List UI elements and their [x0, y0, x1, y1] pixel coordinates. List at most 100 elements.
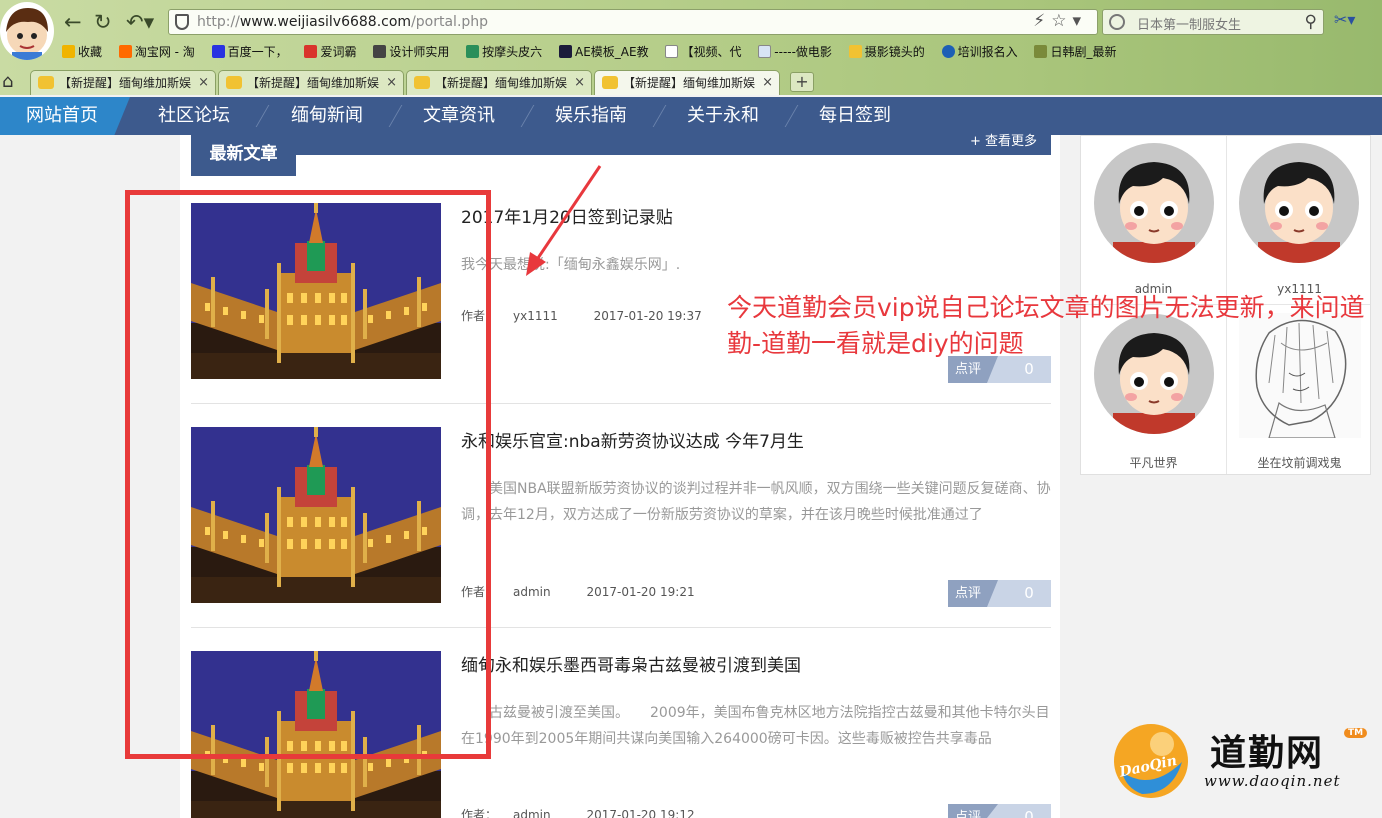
camera-icon	[848, 45, 862, 58]
nav-separator	[784, 105, 799, 127]
search-engine-icon	[1109, 14, 1125, 30]
section-title: 最新文章	[191, 135, 296, 176]
browser-chrome: ← ↻ ↶▾ http://www.weijiasilv6688.com/por…	[0, 0, 1382, 95]
design-icon	[373, 45, 387, 58]
nav-item-checkin[interactable]: 每日签到	[819, 97, 891, 135]
tab-favicon-icon	[414, 76, 430, 89]
close-icon[interactable]: ×	[574, 71, 585, 95]
post-meta: 作者： admin 2017-01-20 19:21	[461, 583, 711, 600]
refresh-icon[interactable]: ↻	[94, 10, 112, 34]
post-meta: 作者： admin 2017-01-20 19:12	[461, 806, 711, 818]
annotation-arrow	[526, 165, 602, 276]
page-icon	[665, 45, 679, 58]
iciba-icon	[304, 45, 318, 58]
nav-item-about[interactable]: 关于永和	[687, 97, 759, 135]
site-nav: 网站首页 社区论坛 缅甸新闻 文章资讯 娱乐指南 关于永和 每日签到	[0, 97, 1382, 135]
bookmark-item[interactable]: 【视频、代	[665, 43, 741, 60]
watermark-brand: 道勤网	[1210, 732, 1325, 774]
section-header-bar	[191, 135, 1051, 155]
browser-tab[interactable]: 【新提醒】缅甸维加斯娱 ×	[30, 70, 216, 95]
tv-icon	[1034, 45, 1048, 58]
address-bar[interactable]: http://www.weijiasilv6688.com/portal.php…	[168, 9, 1098, 35]
home-icon[interactable]: ⌂	[2, 71, 13, 92]
new-tab-button[interactable]: +	[790, 72, 814, 92]
bookmark-star-icon[interactable]: ⚡☆▾	[1033, 11, 1087, 31]
extension-icon[interactable]: ✂▾	[1334, 10, 1355, 29]
watermark-url: www.daoqin.net	[1204, 772, 1341, 790]
bookmark-item[interactable]: 摄影镜头的	[848, 43, 925, 60]
baidu-icon	[211, 45, 225, 58]
post-date: 2017-01-20 19:37	[593, 309, 702, 323]
post-date: 2017-01-20 19:21	[586, 585, 695, 599]
bookmark-item[interactable]: 淘宝网 - 淘	[118, 43, 195, 60]
close-icon[interactable]: ×	[386, 71, 397, 95]
globe-icon	[466, 45, 480, 58]
trademark-badge: TM	[1344, 728, 1368, 738]
search-input[interactable]: 日本第一制服女生	[1137, 14, 1241, 33]
post-author[interactable]: 作者： admin	[461, 808, 567, 818]
bookmarks-bar: 收藏 淘宝网 - 淘 百度一下， 爱词霸 设计师实用 按摩头皮六 AE模板_AE…	[62, 43, 1129, 63]
page-icon	[758, 45, 772, 58]
comment-count: 0	[1024, 808, 1034, 818]
comment-label: 点评	[948, 804, 998, 818]
bookmark-item[interactable]: 日韩剧_最新	[1034, 43, 1116, 60]
bookmark-item[interactable]: 百度一下，	[211, 43, 288, 60]
nav-item-articles[interactable]: 文章资讯	[423, 97, 495, 135]
avatar	[1239, 143, 1359, 263]
nav-separator	[388, 105, 403, 127]
member-name: 坐在坟前调戏鬼	[1257, 456, 1342, 470]
tab-strip: ⌂ 【新提醒】缅甸维加斯娱 × 【新提醒】缅甸维加斯娱 × 【新提醒】缅甸维加斯娱 ×…	[0, 68, 1382, 95]
nav-separator	[255, 105, 270, 127]
nav-separator	[520, 105, 535, 127]
bookmark-item[interactable]: 培训报名入	[941, 43, 1018, 60]
avatar	[1094, 143, 1214, 263]
ae-icon	[559, 45, 573, 58]
watermark-logo: DaoQin 道勤网 TM www.daoqin.net	[1112, 720, 1374, 805]
member-card[interactable]: admin	[1081, 136, 1226, 304]
browser-profile-avatar[interactable]	[0, 2, 54, 60]
comment-button[interactable]: 点评 0	[948, 804, 1051, 818]
post-meta: 作者： yx1111 2017-01-20 19:37	[461, 307, 718, 324]
tab-favicon-icon	[226, 76, 242, 89]
bookmark-item[interactable]: 收藏	[62, 43, 102, 60]
star-icon	[62, 45, 75, 58]
post-title[interactable]: 缅甸永和娱乐墨西哥毒枭古兹曼被引渡到美国	[461, 651, 801, 676]
post-excerpt: 美国NBA联盟新版劳资协议的谈判过程并非一帆风顺，双方围绕一些关键问题反复磋商、…	[461, 481, 1051, 523]
search-box[interactable]: 日本第一制服女生 ⚲	[1102, 9, 1324, 35]
post-date: 2017-01-20 19:12	[586, 808, 695, 818]
annotation-note: 今天道勤会员vip说自己论坛文章的图片无法更新，来问道勤-道勤一看就是diy的问…	[727, 293, 1365, 358]
member-name: 平凡世界	[1129, 456, 1178, 470]
nav-item-news[interactable]: 缅甸新闻	[291, 97, 363, 135]
browser-tab[interactable]: 【新提醒】缅甸维加斯娱 ×	[218, 70, 404, 95]
search-icon[interactable]: ⚲	[1305, 12, 1317, 32]
close-icon[interactable]: ×	[198, 71, 209, 95]
tab-favicon-icon	[38, 76, 54, 89]
bookmark-item[interactable]: -----做电影	[758, 43, 832, 60]
comment-button[interactable]: 点评 0	[948, 580, 1051, 607]
nav-item-guide[interactable]: 娱乐指南	[555, 97, 627, 135]
undo-icon[interactable]: ↶▾	[126, 10, 154, 34]
taobao-icon	[118, 45, 132, 58]
url-text: http://www.weijiasilv6688.com/portal.php	[197, 14, 489, 30]
back-icon[interactable]: ←	[64, 10, 82, 34]
post-excerpt: 古兹曼被引渡至美国。 2009年，美国布鲁克林区地方法院指控古兹曼和其他卡特尔头…	[461, 705, 1050, 747]
nav-separator	[652, 105, 667, 127]
close-icon[interactable]: ×	[762, 71, 773, 95]
view-more-link[interactable]: + 查看更多	[970, 130, 1037, 149]
bookmark-item[interactable]: 按摩头皮六	[466, 43, 542, 60]
bookmark-item[interactable]: 爱词霸	[304, 43, 357, 60]
annotation-highlight-box	[125, 190, 491, 759]
bookmark-item[interactable]: AE模板_AE教	[559, 43, 649, 60]
tab-favicon-icon	[602, 76, 618, 89]
browser-tab-active[interactable]: 【新提醒】缅甸维加斯娱 ×	[594, 70, 780, 95]
browser-tab[interactable]: 【新提醒】缅甸维加斯娱 ×	[406, 70, 592, 95]
security-shield-icon	[175, 14, 189, 30]
nav-item-home[interactable]: 网站首页	[0, 97, 130, 135]
daoqin-logo-icon: DaoQin	[1114, 724, 1188, 798]
member-card[interactable]: yx1111	[1227, 136, 1372, 304]
nav-item-forum[interactable]: 社区论坛	[158, 97, 230, 135]
comment-label: 点评	[948, 580, 998, 607]
sogou-icon	[941, 45, 955, 58]
bookmark-item[interactable]: 设计师实用	[373, 43, 449, 60]
post-title[interactable]: 永和娱乐官宣:nba新劳资协议达成 今年7月生	[461, 427, 804, 452]
